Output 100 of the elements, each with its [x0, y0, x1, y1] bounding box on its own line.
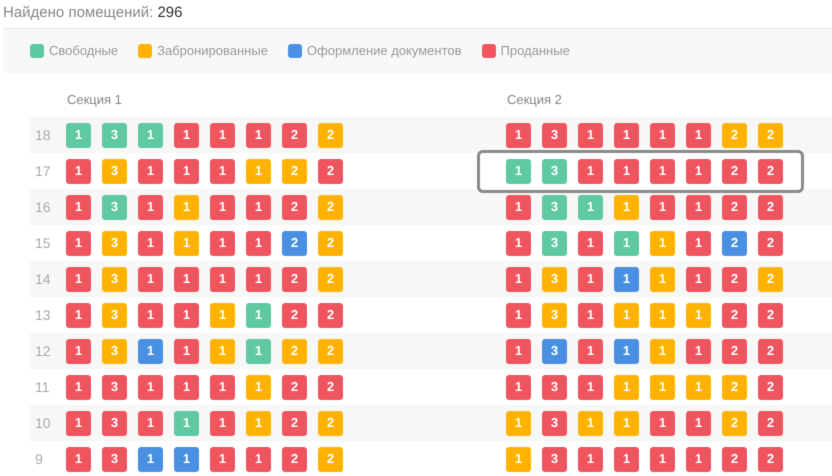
apartment-cell[interactable]: 1 — [210, 158, 235, 184]
apartment-cell[interactable]: 1 — [174, 266, 199, 292]
apartment-cell[interactable]: 1 — [578, 374, 603, 400]
apartment-cell[interactable]: 2 — [722, 194, 747, 220]
apartment-cell[interactable]: 3 — [542, 266, 567, 292]
apartment-cell[interactable]: 3 — [102, 266, 127, 292]
apartment-cell[interactable]: 2 — [318, 194, 343, 220]
apartment-cell[interactable]: 1 — [138, 266, 163, 292]
apartment-cell[interactable]: 3 — [542, 446, 567, 472]
apartment-cell[interactable]: 2 — [282, 374, 307, 400]
apartment-cell[interactable]: 3 — [102, 302, 127, 328]
apartment-cell[interactable]: 1 — [506, 122, 531, 148]
apartment-cell[interactable]: 1 — [578, 266, 603, 292]
apartment-cell[interactable]: 1 — [174, 446, 199, 472]
apartment-cell[interactable]: 1 — [66, 158, 91, 184]
apartment-cell[interactable]: 1 — [686, 410, 711, 436]
apartment-cell[interactable]: 2 — [722, 446, 747, 472]
apartment-cell[interactable]: 1 — [138, 158, 163, 184]
apartment-cell[interactable]: 1 — [174, 158, 199, 184]
apartment-cell[interactable]: 3 — [542, 194, 567, 220]
apartment-cell[interactable]: 1 — [138, 338, 163, 364]
apartment-cell[interactable]: 2 — [758, 410, 783, 436]
apartment-cell[interactable]: 2 — [758, 302, 783, 328]
apartment-cell[interactable]: 1 — [66, 410, 91, 436]
apartment-cell[interactable]: 1 — [138, 302, 163, 328]
apartment-cell[interactable]: 1 — [246, 374, 271, 400]
apartment-cell[interactable]: 2 — [722, 374, 747, 400]
apartment-cell[interactable]: 2 — [318, 122, 343, 148]
apartment-cell[interactable]: 3 — [102, 122, 127, 148]
apartment-cell[interactable]: 1 — [578, 446, 603, 472]
apartment-cell[interactable]: 1 — [210, 338, 235, 364]
apartment-cell[interactable]: 1 — [578, 230, 603, 256]
apartment-cell[interactable]: 1 — [66, 446, 91, 472]
apartment-cell[interactable]: 2 — [318, 446, 343, 472]
apartment-cell[interactable]: 1 — [686, 158, 711, 184]
apartment-cell[interactable]: 1 — [650, 410, 675, 436]
apartment-cell[interactable]: 2 — [722, 122, 747, 148]
apartment-cell[interactable]: 1 — [506, 302, 531, 328]
apartment-cell[interactable]: 2 — [722, 338, 747, 364]
apartment-cell[interactable]: 1 — [246, 194, 271, 220]
apartment-cell[interactable]: 1 — [578, 302, 603, 328]
apartment-cell[interactable]: 1 — [138, 410, 163, 436]
apartment-cell[interactable]: 1 — [66, 122, 91, 148]
apartment-cell[interactable]: 1 — [506, 266, 531, 292]
apartment-cell[interactable]: 1 — [614, 338, 639, 364]
apartment-cell[interactable]: 1 — [506, 230, 531, 256]
apartment-cell[interactable]: 1 — [578, 338, 603, 364]
apartment-cell[interactable]: 1 — [210, 194, 235, 220]
apartment-cell[interactable]: 1 — [174, 338, 199, 364]
apartment-cell[interactable]: 2 — [722, 230, 747, 256]
apartment-cell[interactable]: 1 — [210, 302, 235, 328]
apartment-cell[interactable]: 2 — [318, 374, 343, 400]
apartment-cell[interactable]: 1 — [246, 338, 271, 364]
apartment-cell[interactable]: 1 — [138, 374, 163, 400]
apartment-cell[interactable]: 1 — [614, 374, 639, 400]
apartment-cell[interactable]: 1 — [578, 122, 603, 148]
apartment-cell[interactable]: 1 — [614, 410, 639, 436]
apartment-cell[interactable]: 2 — [758, 230, 783, 256]
apartment-cell[interactable]: 2 — [758, 194, 783, 220]
apartment-cell[interactable]: 3 — [542, 158, 567, 184]
apartment-cell[interactable]: 3 — [102, 446, 127, 472]
apartment-cell[interactable]: 2 — [282, 410, 307, 436]
apartment-cell[interactable]: 1 — [210, 230, 235, 256]
apartment-cell[interactable]: 1 — [506, 374, 531, 400]
apartment-cell[interactable]: 1 — [210, 410, 235, 436]
apartment-cell[interactable]: 2 — [282, 194, 307, 220]
apartment-cell[interactable]: 1 — [66, 230, 91, 256]
apartment-cell[interactable]: 1 — [174, 374, 199, 400]
apartment-cell[interactable]: 1 — [650, 158, 675, 184]
apartment-cell[interactable]: 1 — [246, 446, 271, 472]
apartment-cell[interactable]: 1 — [246, 158, 271, 184]
apartment-cell[interactable]: 1 — [650, 374, 675, 400]
apartment-cell[interactable]: 3 — [102, 194, 127, 220]
apartment-cell[interactable]: 2 — [318, 266, 343, 292]
apartment-cell[interactable]: 1 — [246, 410, 271, 436]
apartment-cell[interactable]: 2 — [722, 410, 747, 436]
apartment-cell[interactable]: 2 — [758, 122, 783, 148]
apartment-cell[interactable]: 1 — [66, 194, 91, 220]
apartment-cell[interactable]: 1 — [614, 230, 639, 256]
apartment-cell[interactable]: 3 — [542, 374, 567, 400]
apartment-cell[interactable]: 3 — [542, 338, 567, 364]
apartment-cell[interactable]: 2 — [318, 338, 343, 364]
apartment-cell[interactable]: 1 — [506, 158, 531, 184]
apartment-cell[interactable]: 3 — [102, 230, 127, 256]
apartment-cell[interactable]: 1 — [614, 158, 639, 184]
apartment-cell[interactable]: 1 — [686, 266, 711, 292]
apartment-cell[interactable]: 1 — [506, 446, 531, 472]
apartment-cell[interactable]: 1 — [174, 410, 199, 436]
apartment-cell[interactable]: 1 — [686, 122, 711, 148]
apartment-cell[interactable]: 2 — [318, 410, 343, 436]
apartment-cell[interactable]: 1 — [650, 122, 675, 148]
apartment-cell[interactable]: 1 — [578, 158, 603, 184]
apartment-cell[interactable]: 2 — [318, 158, 343, 184]
apartment-cell[interactable]: 1 — [614, 122, 639, 148]
apartment-cell[interactable]: 2 — [758, 338, 783, 364]
apartment-cell[interactable]: 1 — [210, 122, 235, 148]
apartment-cell[interactable]: 2 — [758, 374, 783, 400]
apartment-cell[interactable]: 3 — [542, 122, 567, 148]
apartment-cell[interactable]: 1 — [686, 446, 711, 472]
apartment-cell[interactable]: 1 — [686, 338, 711, 364]
